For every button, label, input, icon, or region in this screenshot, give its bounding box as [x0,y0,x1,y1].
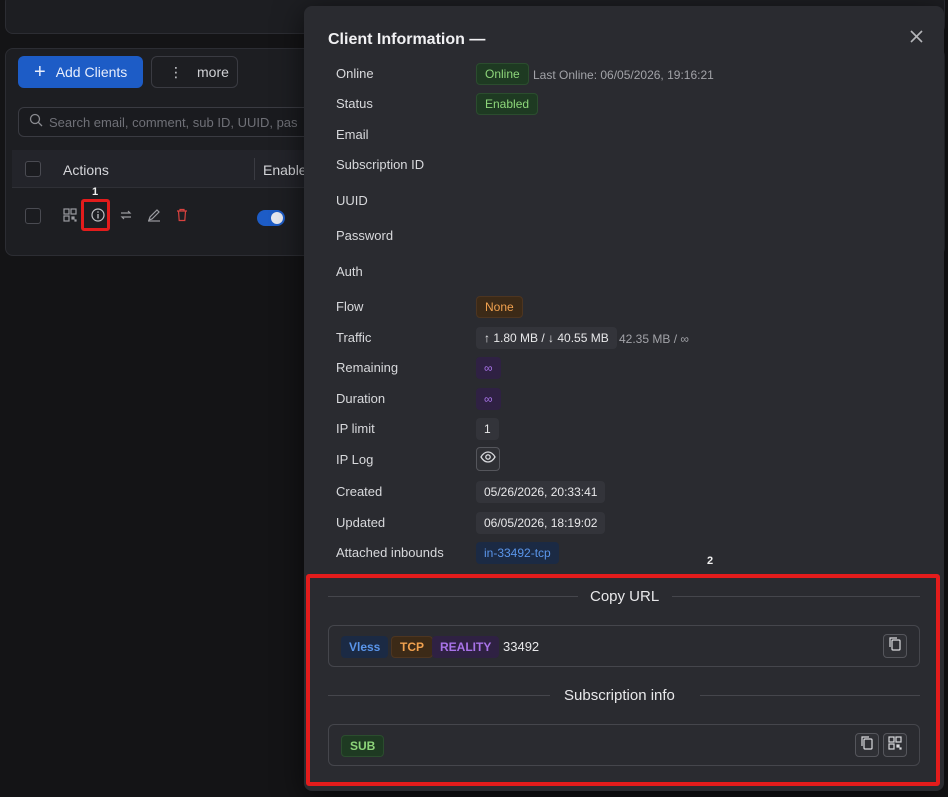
close-icon[interactable] [906,26,926,46]
more-label: more [197,64,229,80]
email-label: Email [336,127,369,142]
add-clients-label: Add Clients [55,64,128,80]
online-label: Online [336,66,374,81]
add-clients-button[interactable]: + Add Clients [18,56,143,88]
highlight-box-1 [81,199,110,231]
remaining-tag: ∞ [476,357,501,379]
auth-label: Auth [336,264,363,279]
enabled-toggle[interactable] [257,210,285,226]
duration-tag: ∞ [476,388,501,410]
delete-icon[interactable] [174,207,190,223]
highlight-box-2 [306,574,940,786]
modal-title: Client Information — [328,31,486,48]
uuid-label: UUID [336,193,368,208]
attached-inbound-tag: in-33492-tcp [476,542,559,564]
attached-inbounds-label: Attached inbounds [336,545,444,560]
updated-tag: 06/05/2026, 18:19:02 [476,512,606,534]
search-box[interactable] [18,107,338,137]
flow-label: Flow [336,299,364,314]
annotation-marker-1: 1 [92,186,99,198]
search-input[interactable] [49,114,319,130]
eye-icon [480,450,496,468]
edit-icon[interactable] [146,207,162,223]
ip-limit-tag: 1 [476,418,499,440]
search-icon [29,113,43,132]
ip-limit-label: IP limit [336,421,375,436]
row-checkbox[interactable] [25,208,41,224]
more-dots-icon: ⋮ [169,63,183,80]
column-actions: Actions [63,162,109,178]
created-label: Created [336,484,383,499]
status-tag: Enabled [476,93,539,115]
subscription-id-label: Subscription ID [336,157,425,172]
column-separator [254,158,255,180]
traffic-tag: ↑ 1.80 MB / ↓ 40.55 MB [476,327,617,349]
duration-label: Duration [336,391,386,406]
remaining-label: Remaining [336,360,399,375]
select-all-checkbox[interactable] [25,161,41,177]
created-tag: 05/26/2026, 20:33:41 [476,481,606,503]
more-button[interactable]: ⋮ more [151,56,238,88]
ip-log-label: IP Log [336,452,374,467]
online-tag: Online [476,63,529,85]
password-label: Password [336,228,394,243]
annotation-marker-2: 2 [707,555,714,567]
ip-log-button[interactable] [476,447,500,471]
last-online-text: Last Online: 06/05/2026, 19:16:21 [533,68,714,82]
status-label: Status [336,96,373,111]
updated-label: Updated [336,515,386,530]
traffic-total-text: 42.35 MB / ∞ [619,332,689,346]
qr-code-icon[interactable] [62,207,78,223]
reset-traffic-icon[interactable] [118,207,134,223]
flow-tag: None [476,296,523,318]
traffic-label: Traffic [336,330,372,345]
plus-icon: + [34,61,46,83]
